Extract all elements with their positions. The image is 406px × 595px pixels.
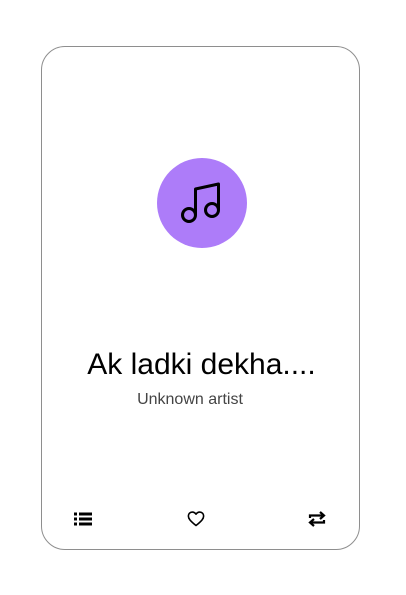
track-title: Ak ladki dekha.... bbox=[87, 348, 316, 381]
repeat-icon bbox=[308, 511, 326, 527]
player-card: Ak ladki dekha.... Unknown artist bbox=[41, 46, 360, 550]
favorite-button[interactable] bbox=[184, 507, 208, 531]
music-note-icon bbox=[181, 182, 220, 223]
repeat-button[interactable] bbox=[305, 507, 329, 531]
track-artist: Unknown artist bbox=[137, 391, 243, 408]
heart-outline-icon bbox=[187, 511, 205, 527]
album-art bbox=[157, 158, 247, 248]
playlist-button[interactable] bbox=[71, 507, 95, 531]
playlist-icon bbox=[74, 512, 92, 526]
